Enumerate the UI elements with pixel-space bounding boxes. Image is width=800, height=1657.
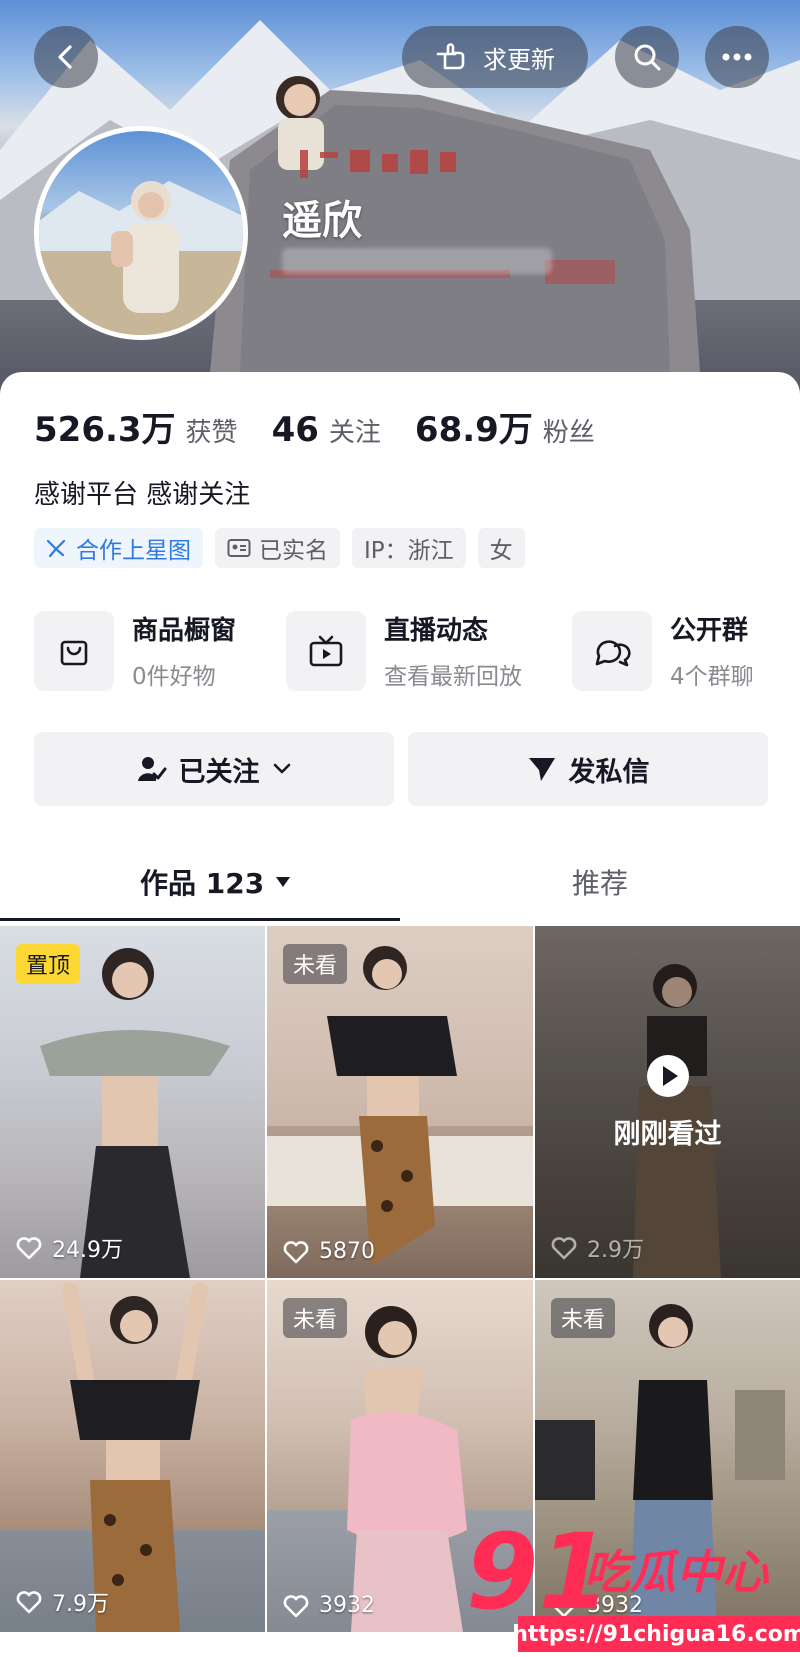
- pinned-badge: 置顶: [16, 944, 81, 984]
- service-entries: 商品橱窗 0件好物 直播动态 查看最新回放 公开群 4个群聊: [34, 610, 800, 691]
- heart-icon: [16, 1237, 42, 1260]
- profile-tags: 合作上星图 已实名 IP：浙江 女: [34, 528, 525, 568]
- video-likes: 3932: [283, 1593, 375, 1618]
- chevron-down-icon: [273, 763, 290, 774]
- video-item[interactable]: 7.9万: [0, 1280, 265, 1632]
- video-likes-count: 2.9万: [587, 1238, 644, 1263]
- more-button[interactable]: [705, 26, 769, 88]
- back-button[interactable]: [34, 26, 98, 88]
- video-thumbnail: [0, 1282, 265, 1632]
- followed-button[interactable]: 已关注: [34, 732, 394, 806]
- send-message-label: 发私信: [568, 756, 650, 788]
- tab-works[interactable]: 作品 123: [140, 862, 292, 902]
- video-likes-count: 24.9万: [52, 1238, 123, 1263]
- just-watched-overlay: 刚刚看过: [535, 926, 800, 1278]
- request-update-button[interactable]: 求更新: [402, 26, 588, 88]
- service-public-group[interactable]: 公开群 4个群聊: [572, 610, 754, 691]
- tag-verified-label: 已实名: [259, 538, 328, 564]
- caret-down-icon: [276, 877, 291, 887]
- user-id-blurred: [282, 248, 552, 274]
- followers-count[interactable]: 68.9万: [415, 402, 533, 451]
- likes-count: 526.3万: [34, 410, 176, 450]
- video-likes: 2.9万: [551, 1232, 644, 1264]
- chat-bubbles-icon: [595, 639, 631, 666]
- profile-stats: 526.3万 获赞 46 关注 68.9万 粉丝: [34, 402, 629, 451]
- profile-name: 遥欣: [282, 198, 362, 244]
- watermark-url: https://91chigua16.com: [512, 1616, 800, 1652]
- likes-label: 获赞: [185, 418, 238, 448]
- tab-recommend-label: 推荐: [572, 867, 629, 900]
- followers-label[interactable]: 粉丝: [543, 412, 595, 449]
- search-icon: [634, 44, 661, 71]
- unseen-badge: 未看: [551, 1298, 616, 1338]
- service-group-title: 公开群: [670, 616, 749, 646]
- tag-ip-label: IP：浙江: [364, 538, 454, 564]
- heart-icon: [283, 1594, 309, 1617]
- followed-label: 已关注: [178, 756, 260, 788]
- send-message-button[interactable]: 发私信: [408, 732, 768, 806]
- chevron-left-icon: [58, 45, 72, 69]
- heart-icon: [16, 1591, 42, 1614]
- avatar-image: [39, 181, 243, 335]
- service-group-subtitle: 4个群聊: [670, 664, 754, 690]
- tag-verified[interactable]: 已实名: [215, 528, 340, 568]
- tag-star-map[interactable]: 合作上星图: [34, 528, 203, 568]
- tag-star-map-label: 合作上星图: [76, 538, 191, 564]
- tag-gender: 女: [477, 528, 525, 568]
- more-horizontal-icon: [722, 53, 752, 61]
- id-card-icon: [227, 539, 251, 557]
- tag-gender-label: 女: [489, 538, 513, 564]
- just-watched-label: 刚刚看过: [613, 1118, 722, 1150]
- service-shop-subtitle: 0件好物: [132, 664, 216, 690]
- star-map-icon: [46, 539, 66, 558]
- heart-icon: [551, 1237, 577, 1260]
- video-likes-count: 5870: [319, 1239, 375, 1264]
- video-item[interactable]: 未看 5870: [267, 926, 533, 1278]
- play-circle-icon: [646, 1054, 689, 1097]
- video-likes: 24.9万: [16, 1232, 123, 1264]
- shopping-bag-icon: [60, 640, 88, 665]
- pointing-hand-icon: [436, 43, 465, 70]
- following-label[interactable]: 关注: [329, 412, 381, 449]
- video-likes-count: 3932: [319, 1593, 375, 1618]
- unseen-badge: 未看: [283, 944, 348, 984]
- service-live[interactable]: 直播动态 查看最新回放: [286, 610, 522, 691]
- following-count[interactable]: 46: [272, 410, 319, 450]
- service-shop-window[interactable]: 商品橱窗 0件好物: [34, 610, 236, 691]
- request-update-label: 求更新: [483, 45, 555, 74]
- search-button[interactable]: [615, 26, 679, 88]
- video-item[interactable]: 置顶 24.9万: [0, 926, 265, 1278]
- unseen-badge: 未看: [283, 1298, 348, 1338]
- heart-icon: [283, 1240, 309, 1263]
- profile-banner: 求更新 遥欣: [0, 0, 800, 420]
- profile-bio: 感谢平台 感谢关注: [34, 480, 251, 510]
- avatar[interactable]: [34, 126, 248, 340]
- service-live-title: 直播动态: [384, 616, 489, 646]
- active-tab-indicator: [0, 918, 400, 921]
- video-likes: 5870: [283, 1239, 375, 1264]
- site-watermark: 91 吃瓜中心 https://91chigua16.com: [466, 1520, 800, 1657]
- tv-play-icon: [309, 635, 343, 666]
- video-likes-count: 7.9万: [52, 1592, 109, 1617]
- video-item[interactable]: 刚刚看过 2.9万: [535, 926, 800, 1278]
- video-likes: 7.9万: [16, 1586, 109, 1618]
- tab-works-label: 作品 123: [140, 867, 265, 900]
- tag-ip-location: IP：浙江: [352, 528, 466, 568]
- service-live-subtitle: 查看最新回放: [384, 664, 523, 690]
- service-shop-title: 商品橱窗: [132, 616, 237, 646]
- tab-recommend[interactable]: 推荐: [572, 862, 628, 902]
- user-check-icon: [137, 757, 166, 781]
- watermark-brand: 吃瓜中心: [584, 1545, 768, 1599]
- send-icon: [528, 758, 555, 781]
